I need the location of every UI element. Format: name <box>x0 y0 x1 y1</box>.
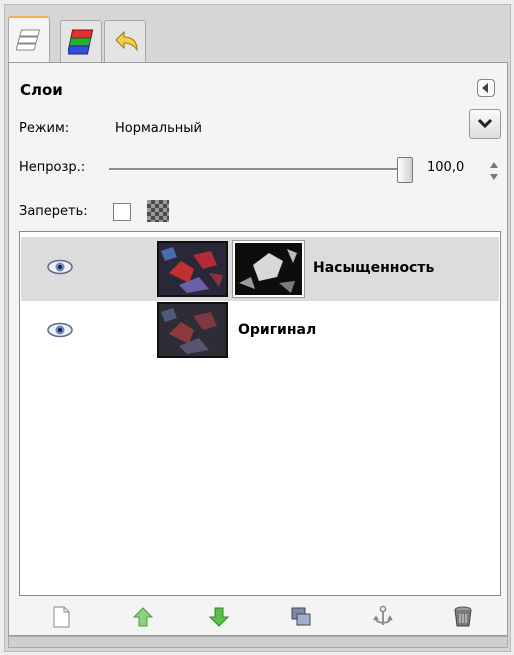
delete-layer-icon <box>454 606 472 627</box>
opacity-spinner[interactable] <box>489 159 499 183</box>
layer-thumbnail[interactable] <box>157 302 228 358</box>
opacity-slider-track[interactable] <box>109 168 403 171</box>
layers-toolbar <box>9 597 507 635</box>
spin-arrows-icon <box>490 162 498 180</box>
anchor-layer-icon <box>373 605 393 625</box>
panel-menu-button[interactable] <box>477 79 495 97</box>
raise-layer-icon <box>132 607 154 627</box>
tab-undo-history[interactable] <box>104 20 146 62</box>
delete-layer-button[interactable] <box>451 605 475 629</box>
new-layer-button[interactable] <box>49 605 73 629</box>
chevron-down-icon <box>478 119 492 129</box>
lower-layer-button[interactable] <box>207 605 231 629</box>
mode-select[interactable]: Нормальный <box>115 121 202 136</box>
layer-row[interactable]: Оригинал <box>21 300 499 364</box>
layer-mask-thumbnail[interactable] <box>232 240 305 298</box>
channels-tab-icon <box>68 29 94 55</box>
mode-label: Режим: <box>19 121 70 136</box>
tab-channels[interactable] <box>60 20 102 62</box>
layer-row[interactable]: Насыщенность <box>21 237 499 301</box>
lower-layer-icon <box>208 607 230 627</box>
layers-panel: Слои Режим: Нормальный Непрозр.: 100,0 З… <box>8 62 508 636</box>
eye-icon[interactable] <box>47 259 73 279</box>
layer-thumbnail[interactable] <box>157 241 228 297</box>
layer-list: Насыщенность Оригинал <box>19 231 501 596</box>
duplicate-layer-button[interactable] <box>289 605 313 629</box>
duplicate-layer-icon <box>291 607 311 626</box>
layer-name[interactable]: Насыщенность <box>313 260 434 276</box>
anchor-layer-button[interactable] <box>371 605 395 629</box>
lock-pixels-checkbox[interactable] <box>113 203 131 221</box>
tab-layers[interactable] <box>8 16 50 63</box>
layers-tab-icon <box>16 29 41 51</box>
opacity-value[interactable]: 100,0 <box>427 160 464 175</box>
undo-history-tab-icon <box>115 30 138 52</box>
opacity-label: Непрозр.: <box>19 160 86 175</box>
dock-bottom-strip <box>8 636 508 648</box>
dock-tab-strip <box>8 14 504 63</box>
opacity-slider-handle[interactable] <box>397 157 413 183</box>
mode-dropdown-button[interactable] <box>469 109 501 139</box>
lock-alpha-icon[interactable] <box>147 200 169 222</box>
eye-icon[interactable] <box>47 322 73 342</box>
raise-layer-button[interactable] <box>131 605 155 629</box>
lock-label: Запереть: <box>19 204 88 219</box>
new-layer-icon <box>53 606 70 628</box>
layer-name[interactable]: Оригинал <box>238 322 316 338</box>
panel-title: Слои <box>20 81 63 99</box>
